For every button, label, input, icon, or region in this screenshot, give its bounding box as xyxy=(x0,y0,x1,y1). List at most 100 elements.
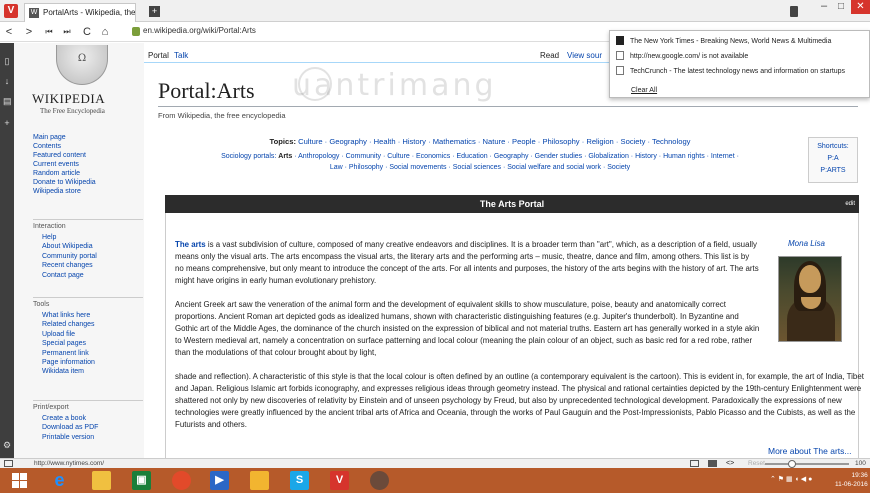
url-field[interactable]: en.wikipedia.org/wiki/Portal:Arts xyxy=(143,26,256,35)
windows-taskbar: e ▣ ▶ S V ⌃ ⚑ ▦ ◖ ◀ ● 19:36 11-06-2016 xyxy=(0,468,870,493)
shortcut-pa[interactable]: P:A xyxy=(809,153,857,165)
image-caption[interactable]: Mona Lisa xyxy=(788,239,825,248)
chrome-icon[interactable] xyxy=(172,471,191,490)
arts-bold-link[interactable]: The arts xyxy=(175,240,206,249)
tab-read[interactable]: Read xyxy=(540,51,559,60)
tools-heading: Tools xyxy=(33,301,50,308)
side-panel: ▯ ↓ ▤ + ⚙ xyxy=(0,43,14,458)
forward-button[interactable]: > xyxy=(22,24,36,40)
nav-link[interactable]: Wikipedia store xyxy=(33,187,96,196)
image-toggle-icon[interactable] xyxy=(708,460,717,467)
history-item[interactable]: TechCrunch - The latest technology news … xyxy=(616,66,845,75)
nav-link[interactable]: Random article xyxy=(33,169,96,178)
panel-toggle-icon[interactable] xyxy=(4,460,13,467)
tile-icon[interactable] xyxy=(690,460,699,467)
zoom-slider[interactable] xyxy=(765,463,849,465)
history-item[interactable]: http://new.google.com/ is not available xyxy=(616,51,748,60)
clear-all-button[interactable]: Clear All xyxy=(631,87,657,94)
lock-icon xyxy=(132,27,140,36)
new-tab-button[interactable]: + xyxy=(149,6,160,17)
media-player-icon[interactable]: ▶ xyxy=(210,471,229,490)
page-icon xyxy=(616,51,624,60)
back-button[interactable]: < xyxy=(2,24,16,40)
wikipedia-sidebar: Ω WIKIPEDIA The Free Encyclopedia Main p… xyxy=(14,43,144,458)
file-explorer-icon[interactable] xyxy=(92,471,111,490)
vivaldi-taskbar-icon[interactable]: V xyxy=(330,471,349,490)
hover-url: http://www.nytimes.com/ xyxy=(34,460,105,467)
wikipedia-wordmark: WIKIPEDIA xyxy=(32,91,106,106)
settings-gear-icon[interactable]: ⚙ xyxy=(3,441,11,450)
edge-icon[interactable]: e xyxy=(50,471,69,490)
more-about-link[interactable]: More about The arts... xyxy=(768,446,851,456)
rewind-button[interactable]: ⏮ xyxy=(42,24,56,40)
nav-link[interactable]: Printable version xyxy=(42,433,98,442)
nav-link[interactable]: Recent changes xyxy=(42,261,97,270)
history-item[interactable]: The New York Times - Breaking News, Worl… xyxy=(616,36,831,45)
topics-bar: Topics: Culture · Geography · Health · H… xyxy=(170,137,790,146)
home-button[interactable]: ⌂ xyxy=(98,24,112,40)
nav-link[interactable]: Special pages xyxy=(42,339,95,348)
maximize-button[interactable]: □ xyxy=(834,2,848,12)
history-dropdown: The New York Times - Breaking News, Worl… xyxy=(609,30,870,98)
shortcut-parts[interactable]: P:ARTS xyxy=(809,165,857,177)
tab-portal-arts[interactable]: W PortalArts - Wikipedia, the xyxy=(24,3,136,22)
tools-links: What links here Related changes Upload f… xyxy=(42,311,95,377)
fastforward-button[interactable]: ⏭ xyxy=(60,24,74,40)
notes-icon[interactable]: ▤ xyxy=(3,97,12,106)
windows-start-icon[interactable] xyxy=(10,471,29,490)
sociology-arts: Arts xyxy=(278,153,293,160)
tab-portal[interactable]: Portal xyxy=(148,51,169,60)
nav-link[interactable]: Upload file xyxy=(42,330,95,339)
skype-icon[interactable]: S xyxy=(290,471,309,490)
store-icon[interactable]: ▣ xyxy=(132,471,151,490)
nav-link[interactable]: Featured content xyxy=(33,151,96,160)
reload-button[interactable]: C xyxy=(80,24,94,40)
divider xyxy=(33,219,143,220)
photos-icon[interactable] xyxy=(370,471,389,490)
zoom-reset[interactable]: Reset xyxy=(748,460,765,467)
minimize-button[interactable]: – xyxy=(817,1,831,12)
nav-link[interactable]: Current events xyxy=(33,160,96,169)
add-panel-icon[interactable]: + xyxy=(3,119,11,128)
topics-links[interactable]: Culture · Geography · Health · History ·… xyxy=(298,137,690,146)
portal-header: The Arts Portal edit xyxy=(165,195,859,213)
nyt-favicon-icon xyxy=(616,36,624,45)
nav-link[interactable]: Create a book xyxy=(42,414,98,423)
bookmarks-icon[interactable]: ▯ xyxy=(3,57,11,66)
wikipedia-tagline: The Free Encyclopedia xyxy=(40,107,105,115)
zoom-slider-handle[interactable] xyxy=(788,460,796,468)
nav-link[interactable]: Related changes xyxy=(42,320,95,329)
trash-icon[interactable] xyxy=(790,6,798,17)
nav-link[interactable]: Main page xyxy=(33,133,96,142)
wikipedia-globe-logo[interactable]: Ω xyxy=(56,45,108,85)
nav-link[interactable]: Help xyxy=(42,233,97,242)
folder-icon[interactable] xyxy=(250,471,269,490)
nav-link[interactable]: Contents xyxy=(33,142,96,151)
tab-view-source[interactable]: View sour xyxy=(567,51,602,60)
tab-talk[interactable]: Talk xyxy=(174,51,188,60)
portals-links-2[interactable]: Law · Philosophy · Social movements · So… xyxy=(160,164,800,171)
nav-link[interactable]: What links here xyxy=(42,311,95,320)
nav-link[interactable]: Page information xyxy=(42,358,95,367)
status-bar: http://www.nytimes.com/ <> Reset 100 xyxy=(0,458,870,468)
nav-link[interactable]: Contact page xyxy=(42,271,97,280)
zoom-level: 100 xyxy=(855,460,866,467)
tab-title: PortalArts - Wikipedia, the xyxy=(43,8,136,17)
nav-link[interactable]: About Wikipedia xyxy=(42,242,97,251)
mona-lisa-image[interactable] xyxy=(778,256,842,342)
nav-link[interactable]: Wikidata item xyxy=(42,367,95,376)
nav-link[interactable]: Download as PDF xyxy=(42,423,98,432)
nav-link[interactable]: Donate to Wikipedia xyxy=(33,178,96,187)
downloads-icon[interactable]: ↓ xyxy=(3,77,11,86)
nav-link[interactable]: Community portal xyxy=(42,252,97,261)
page-actions-icon[interactable]: <> xyxy=(726,460,735,467)
clock[interactable]: 19:36 11-06-2016 xyxy=(835,471,868,489)
portals-links[interactable]: · Anthropology · Community · Culture · E… xyxy=(294,153,739,160)
close-button[interactable]: ✕ xyxy=(851,0,870,14)
sociology-label[interactable]: Sociology portals: xyxy=(221,153,276,160)
system-tray[interactable]: ⌃ ⚑ ▦ ◖ ◀ ● xyxy=(770,475,812,483)
edit-link[interactable]: edit xyxy=(845,195,855,213)
nav-link[interactable]: Permanent link xyxy=(42,349,95,358)
history-paragraph: Ancient Greek art saw the veneration of … xyxy=(175,300,760,357)
vivaldi-logo-icon[interactable]: V xyxy=(4,4,18,18)
